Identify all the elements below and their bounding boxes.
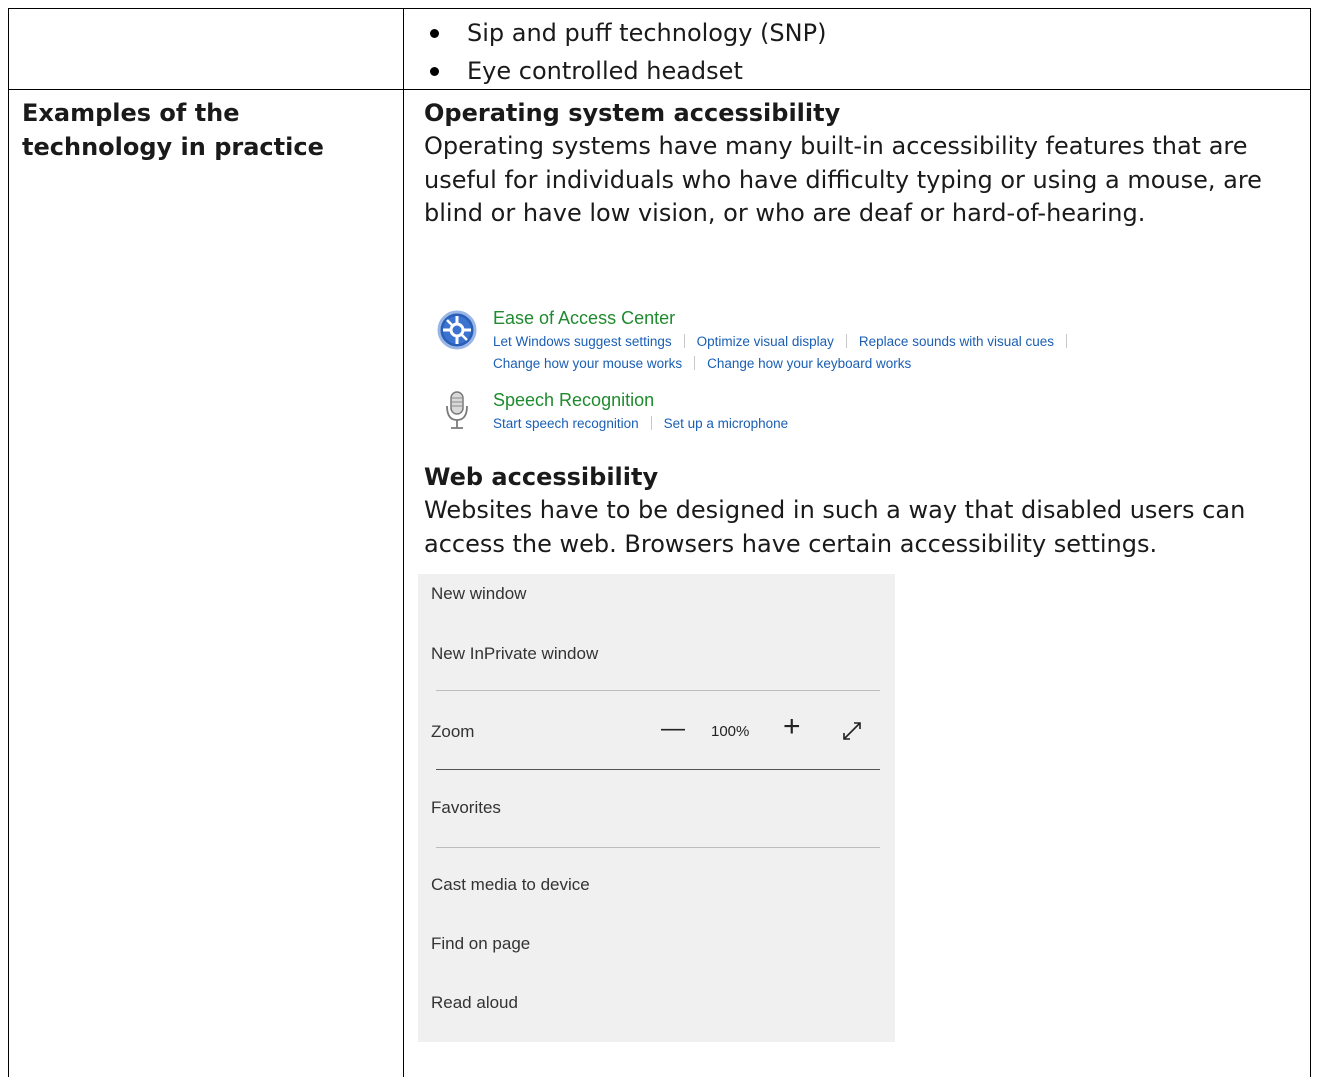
link-separator (683, 334, 685, 348)
table-border-left (8, 8, 9, 90)
row-divider (8, 89, 1311, 90)
bullet-text: Eye controlled headset (467, 57, 743, 85)
ease-of-access-links-line2: Change how your mouse works Change how yo… (493, 356, 911, 371)
microphone-icon (446, 391, 468, 429)
bullet-icon (430, 29, 439, 38)
link-separator (845, 334, 847, 348)
menu-separator (436, 769, 880, 770)
menu-new-window[interactable]: New window (431, 584, 526, 604)
menu-favorites[interactable]: Favorites (431, 798, 501, 818)
link-set-up-microphone[interactable]: Set up a microphone (664, 416, 789, 431)
menu-zoom-label: Zoom (431, 722, 475, 741)
web-accessibility-body: Websites have to be designed in such a w… (424, 496, 1246, 558)
link-separator (694, 356, 696, 370)
column-divider (403, 8, 404, 1077)
table-border-top (8, 8, 1311, 9)
link-separator (1066, 334, 1068, 348)
menu-new-inprivate-window[interactable]: New InPrivate window (431, 644, 598, 664)
ease-of-access-title[interactable]: Ease of Access Center (493, 308, 675, 329)
os-accessibility-body: Operating systems have many built-in acc… (424, 132, 1262, 227)
link-separator (650, 416, 652, 430)
speech-recognition-links: Start speech recognition Set up a microph… (493, 416, 788, 431)
browser-menu: New window New InPrivate window Zoom — 1… (418, 574, 895, 1042)
row-label: Examples of the technology in practice (22, 99, 324, 161)
speech-recognition-title[interactable]: Speech Recognition (493, 390, 654, 411)
link-mouse-works[interactable]: Change how your mouse works (493, 356, 682, 371)
link-optimize-visual-display[interactable]: Optimize visual display (697, 334, 834, 349)
ease-of-access-icon (437, 310, 477, 350)
zoom-minus-button[interactable]: — (661, 715, 685, 743)
table-border-right (1310, 8, 1311, 1077)
table-border-left-row2 (8, 89, 9, 1077)
os-accessibility-heading: Operating system accessibility (424, 99, 841, 127)
link-keyboard-works[interactable]: Change how your keyboard works (707, 356, 911, 371)
bullet-icon (430, 67, 439, 76)
fullscreen-expand-icon[interactable] (841, 720, 863, 742)
ease-of-access-links-line1: Let Windows suggest settings Optimize vis… (493, 334, 1079, 349)
menu-separator (436, 690, 880, 691)
menu-cast-media[interactable]: Cast media to device (431, 875, 590, 895)
zoom-plus-button[interactable]: + (783, 710, 801, 744)
link-start-speech[interactable]: Start speech recognition (493, 416, 639, 431)
zoom-value: 100% (711, 723, 750, 740)
menu-find-on-page[interactable]: Find on page (431, 934, 530, 954)
link-let-windows-suggest[interactable]: Let Windows suggest settings (493, 334, 672, 349)
bullet-text: Sip and puff technology (SNP) (467, 19, 827, 47)
menu-read-aloud[interactable]: Read aloud (431, 993, 518, 1013)
web-accessibility-heading: Web accessibility (424, 463, 659, 491)
link-replace-sounds[interactable]: Replace sounds with visual cues (859, 334, 1054, 349)
menu-separator (436, 847, 880, 848)
